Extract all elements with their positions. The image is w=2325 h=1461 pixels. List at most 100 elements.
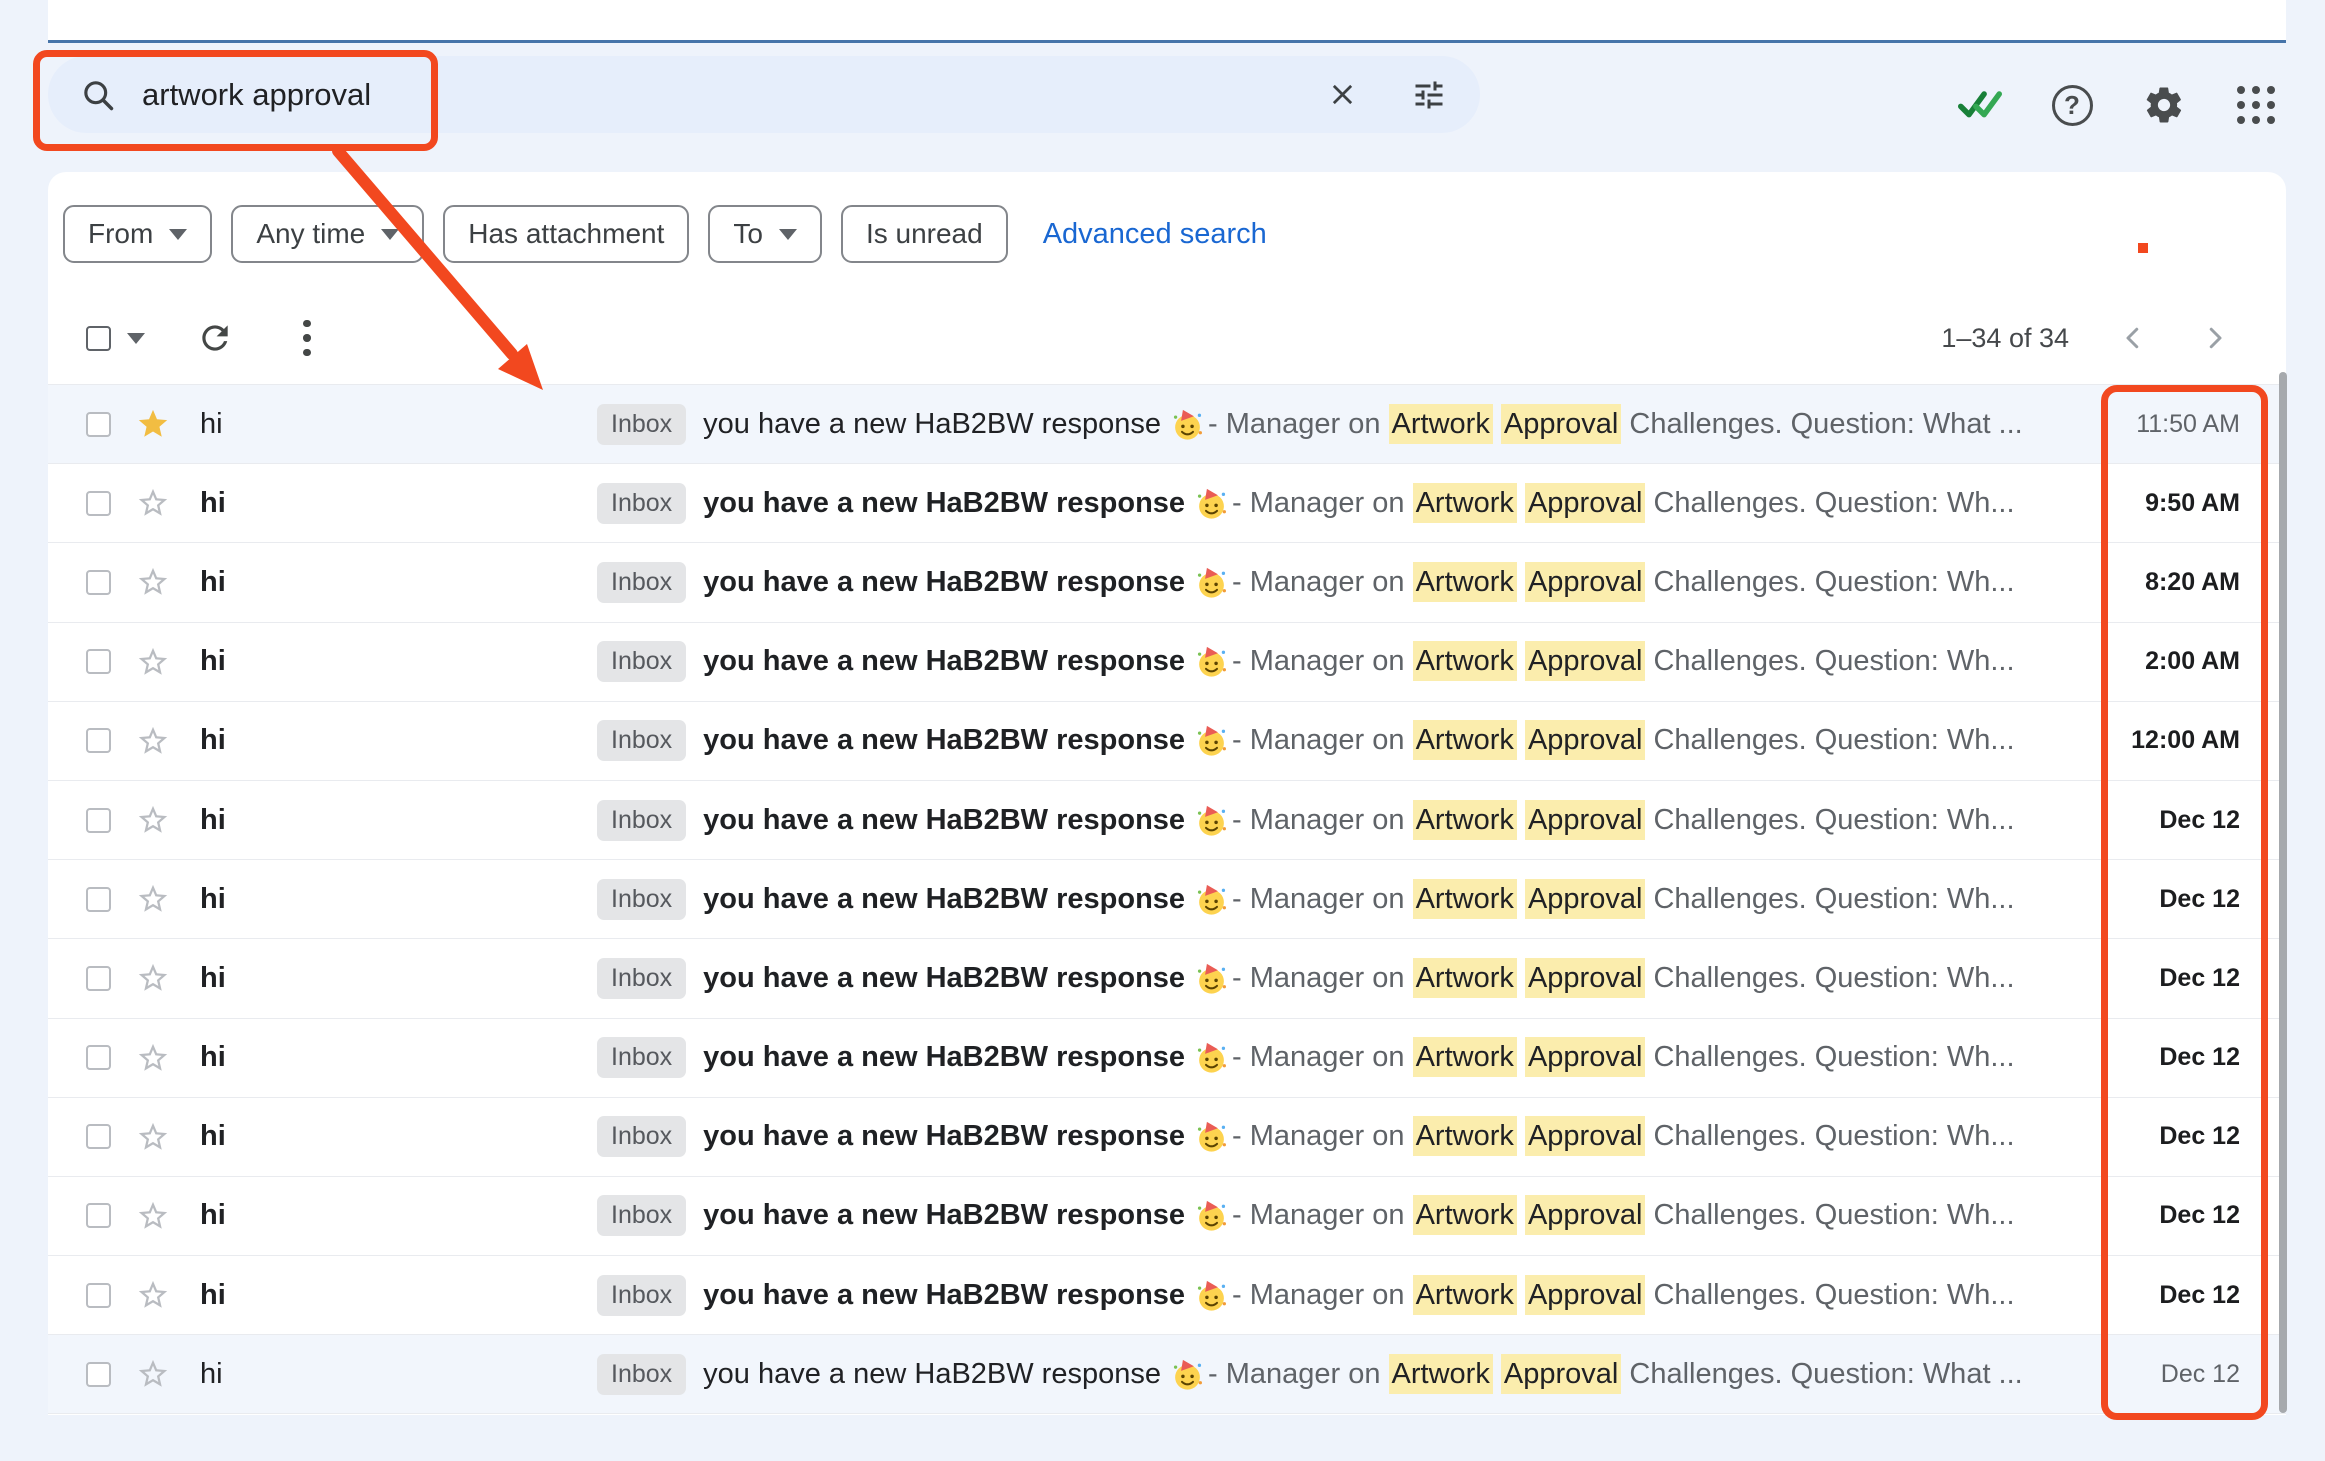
star-icon[interactable]	[136, 407, 170, 441]
inbox-label: Inbox	[597, 1116, 687, 1158]
email-list: hi Inbox you have a new HaB2BW response …	[48, 384, 2286, 1415]
star-icon[interactable]	[136, 486, 170, 520]
email-date: 12:00 AM	[2131, 726, 2240, 755]
email-summary: Inbox you have a new HaB2BW response - M…	[597, 1195, 2159, 1237]
star-icon[interactable]	[136, 645, 170, 679]
search-term-highlight: Approval	[1524, 878, 1646, 919]
party-face-emoji	[1197, 1280, 1227, 1311]
filter-chip-has-attachment[interactable]: Has attachment	[443, 205, 690, 263]
refresh-icon[interactable]	[193, 316, 237, 360]
email-snippet: - Manager on Artwork Approval Challenges…	[1232, 957, 2015, 998]
email-row[interactable]: hi Inbox you have a new HaB2BW response …	[48, 543, 2286, 623]
select-dropdown-icon[interactable]	[127, 332, 145, 344]
search-icon[interactable]	[80, 77, 116, 113]
prev-page-icon[interactable]	[2115, 320, 2151, 356]
inbox-label: Inbox	[597, 561, 687, 603]
email-row[interactable]: hi Inbox you have a new HaB2BW response …	[48, 1256, 2286, 1336]
email-snippet: - Manager on Artwork Approval Challenges…	[1232, 799, 2015, 840]
email-row[interactable]: hi Inbox you have a new HaB2BW response …	[48, 780, 2286, 861]
row-checkbox[interactable]	[86, 1282, 111, 1308]
search-term-highlight: Approval	[1524, 1037, 1646, 1078]
email-subject: you have a new HaB2BW response	[703, 1357, 1161, 1390]
help-icon[interactable]: ?	[2050, 83, 2094, 127]
filter-chips: From Any time Has attachment To Is unread Adv…	[63, 205, 1267, 263]
email-summary: Inbox you have a new HaB2BW response - M…	[597, 403, 2136, 445]
email-row[interactable]: hi Inbox you have a new HaB2BW response …	[48, 939, 2286, 1019]
email-summary: Inbox you have a new HaB2BW response - M…	[597, 1274, 2159, 1316]
search-input[interactable]: artwork approval	[142, 77, 1326, 113]
inbox-label: Inbox	[597, 403, 687, 445]
star-icon[interactable]	[136, 882, 170, 916]
row-checkbox[interactable]	[86, 1124, 111, 1150]
email-row[interactable]: hi Inbox you have a new HaB2BW response …	[48, 1335, 2286, 1415]
row-checkbox[interactable]	[86, 411, 111, 437]
row-checkbox[interactable]	[86, 1045, 111, 1071]
filter-chip-any-time[interactable]: Any time	[231, 205, 425, 263]
row-checkbox[interactable]	[86, 1203, 111, 1229]
star-icon[interactable]	[136, 1120, 170, 1154]
row-checkbox[interactable]	[86, 965, 111, 991]
chevron-down-icon	[381, 228, 400, 240]
search-options-icon[interactable]	[1411, 77, 1447, 113]
search-term-highlight: Approval	[1524, 799, 1646, 840]
chevron-down-icon	[778, 228, 797, 240]
search-term-highlight: Artwork	[1412, 1274, 1517, 1315]
row-checkbox[interactable]	[86, 649, 111, 675]
party-face-emoji	[1197, 1201, 1227, 1232]
apps-grid-icon[interactable]	[2234, 83, 2278, 127]
filter-chip-is-unread[interactable]: Is unread	[840, 205, 1008, 263]
settings-gear-icon[interactable]	[2142, 83, 2186, 127]
star-icon[interactable]	[136, 961, 170, 995]
email-row[interactable]: hi Inbox you have a new HaB2BW response …	[48, 701, 2286, 781]
email-subject: you have a new HaB2BW response	[703, 803, 1186, 836]
party-face-emoji	[1197, 884, 1227, 915]
list-toolbar: 1–34 of 34	[48, 292, 2286, 384]
inbox-label: Inbox	[597, 799, 687, 841]
more-options-icon[interactable]	[285, 316, 329, 360]
double-check-icon[interactable]	[1958, 83, 2002, 127]
row-checkbox[interactable]	[86, 886, 111, 912]
next-page-icon[interactable]	[2197, 320, 2233, 356]
star-icon[interactable]	[136, 803, 170, 837]
star-icon[interactable]	[136, 1357, 170, 1391]
row-checkbox[interactable]	[86, 1361, 111, 1387]
filter-chip-from[interactable]: From	[63, 205, 213, 263]
search-bar[interactable]: artwork approval	[48, 56, 1480, 133]
advanced-search-link[interactable]: Advanced search	[1043, 218, 1267, 251]
email-subject: you have a new HaB2BW response	[703, 645, 1186, 678]
email-summary: Inbox you have a new HaB2BW response - M…	[597, 799, 2159, 841]
star-icon[interactable]	[136, 1278, 170, 1312]
email-row[interactable]: hi Inbox you have a new HaB2BW response …	[48, 1176, 2286, 1257]
email-date: Dec 12	[2159, 1122, 2240, 1151]
email-row[interactable]: hi Inbox you have a new HaB2BW response …	[48, 1097, 2286, 1177]
email-subject: you have a new HaB2BW response	[703, 724, 1186, 757]
star-icon[interactable]	[136, 724, 170, 758]
email-row[interactable]: hi Inbox you have a new HaB2BW response …	[48, 622, 2286, 702]
party-face-emoji	[1197, 488, 1227, 519]
row-checkbox[interactable]	[86, 807, 111, 833]
email-snippet: - Manager on Artwork Approval Challenges…	[1232, 720, 2015, 761]
top-strip	[48, 0, 2286, 40]
star-icon[interactable]	[136, 565, 170, 599]
email-sender: hi	[200, 1199, 226, 1232]
inbox-label: Inbox	[597, 482, 687, 524]
star-icon[interactable]	[136, 1041, 170, 1075]
email-summary: Inbox you have a new HaB2BW response - M…	[597, 482, 2145, 524]
row-checkbox[interactable]	[86, 569, 111, 595]
row-checkbox[interactable]	[86, 490, 111, 516]
scrollbar[interactable]	[2279, 372, 2287, 1413]
email-subject: you have a new HaB2BW response	[703, 1120, 1186, 1153]
header-icons: ?	[1958, 83, 2278, 127]
star-icon[interactable]	[136, 1199, 170, 1233]
inbox-label: Inbox	[597, 957, 687, 999]
clear-search-icon[interactable]	[1326, 78, 1359, 111]
email-row[interactable]: hi Inbox you have a new HaB2BW response …	[48, 860, 2286, 940]
email-row[interactable]: hi Inbox you have a new HaB2BW response …	[48, 1018, 2286, 1098]
select-all-checkbox[interactable]	[86, 325, 111, 351]
email-date: 11:50 AM	[2136, 409, 2240, 438]
email-row[interactable]: hi Inbox you have a new HaB2BW response …	[48, 464, 2286, 544]
row-checkbox[interactable]	[86, 728, 111, 754]
filter-chip-to[interactable]: To	[708, 205, 822, 263]
email-row[interactable]: hi Inbox you have a new HaB2BW response …	[48, 385, 2286, 465]
party-face-emoji	[1173, 409, 1202, 440]
